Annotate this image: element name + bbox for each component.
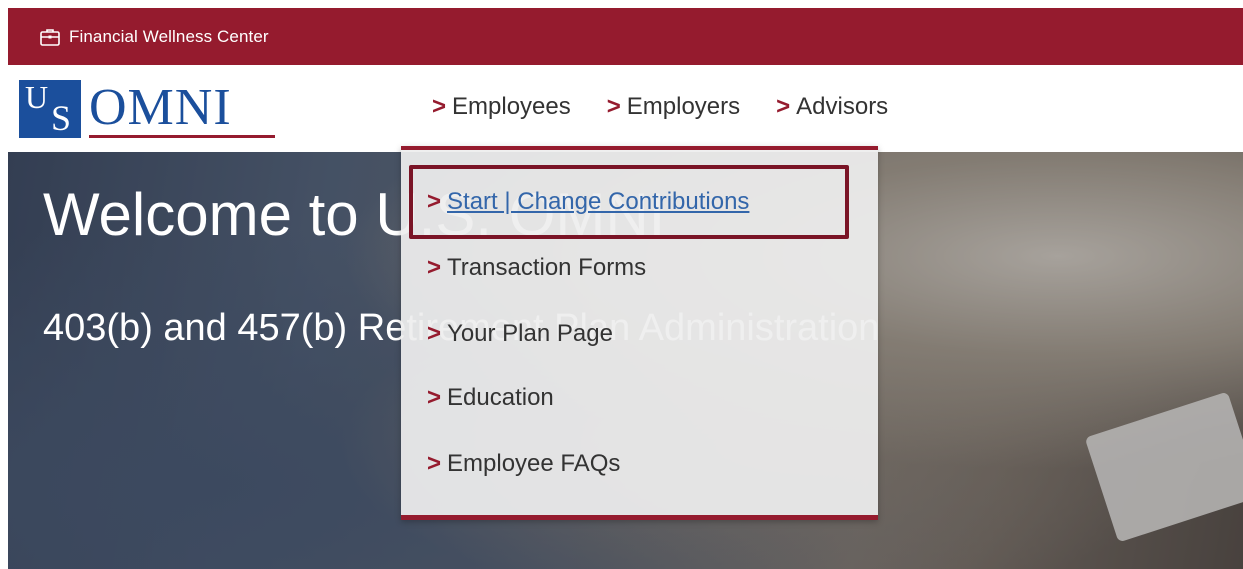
chevron-right-icon: > (427, 384, 442, 411)
top-utility-bar: Financial Wellness Center (8, 8, 1243, 65)
chevron-right-icon: > (606, 93, 621, 120)
logo-underline (89, 135, 275, 138)
financial-wellness-link[interactable]: Financial Wellness Center (69, 27, 269, 47)
chevron-right-icon: > (427, 188, 442, 215)
chevron-right-icon: > (427, 320, 442, 347)
logo-omni-text: OMNI (89, 79, 232, 136)
chevron-right-icon: > (432, 93, 447, 120)
menu-item-transaction-forms[interactable]: > Transaction Forms (427, 254, 646, 282)
menu-item-your-plan-page[interactable]: > Your Plan Page (427, 320, 613, 348)
us-omni-logo[interactable]: U S OMNI (19, 79, 275, 138)
nav-employers[interactable]: > Employers (607, 93, 740, 121)
logo-us-box: U S (19, 80, 81, 138)
employees-dropdown-menu: > Start | Change Contributions > Transacti… (401, 146, 878, 520)
briefcase-icon (40, 28, 60, 46)
menu-item-employee-faqs[interactable]: > Employee FAQs (427, 450, 620, 478)
menu-item-education[interactable]: > Education (427, 384, 554, 412)
chevron-right-icon: > (776, 93, 791, 120)
chevron-right-icon: > (427, 254, 442, 281)
site-header: U S OMNI > Employees > Employers > Advisors (8, 65, 1243, 152)
main-nav: > Employees > Employers > Advisors (432, 93, 924, 121)
chevron-right-icon: > (427, 450, 442, 477)
nav-advisors[interactable]: > Advisors (776, 93, 888, 121)
nav-employees[interactable]: > Employees (432, 93, 571, 121)
menu-item-start-change-contributions[interactable]: > Start | Change Contributions (427, 188, 749, 216)
